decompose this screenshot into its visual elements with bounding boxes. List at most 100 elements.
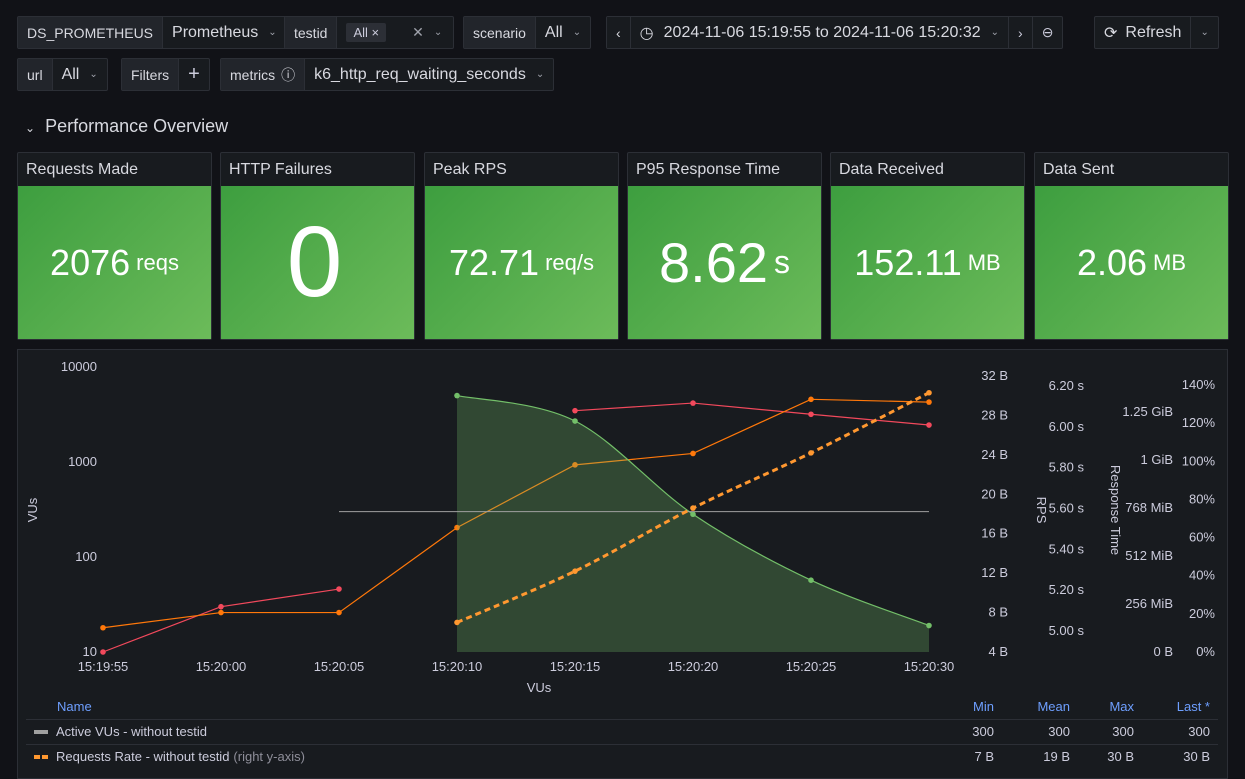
right-axis-tick: 4 B <box>988 644 1008 659</box>
chevron-down-icon: ⌄ <box>990 27 1000 38</box>
right-axis-label: RPS <box>1034 497 1049 524</box>
data-point[interactable] <box>454 392 460 399</box>
stat-unit: s <box>774 244 790 280</box>
right-axis-tick: 100% <box>1182 453 1216 468</box>
stat-title: Peak RPS <box>433 161 507 178</box>
legend-header-mean[interactable]: Mean <box>1010 699 1070 714</box>
series-area <box>457 395 929 652</box>
data-point[interactable] <box>454 619 460 626</box>
data-point[interactable] <box>690 511 696 518</box>
refresh-picker[interactable]: ⟳ Refresh ⌄ <box>1094 16 1219 49</box>
filters-variable[interactable]: Filters + <box>121 58 210 91</box>
right-axis-tick: 20 B <box>981 486 1008 501</box>
datasource-variable[interactable]: DS_PROMETHEUS Prometheus ⌄ <box>17 16 287 49</box>
chevron-down-icon: ⌄ <box>25 121 36 135</box>
info-icon[interactable]: ⓘ <box>281 65 295 85</box>
legend-header-last[interactable]: Last * <box>1150 699 1210 714</box>
stat-panel: Data Received 152.11 MB <box>830 152 1025 340</box>
legend-header-name[interactable]: Name <box>57 699 92 714</box>
data-point[interactable] <box>808 450 814 456</box>
legend-header-min[interactable]: Min <box>934 699 994 714</box>
legend-min: 300 <box>972 724 994 739</box>
data-point[interactable] <box>926 389 932 396</box>
add-filter-button[interactable]: + <box>179 59 209 90</box>
stat-body: 2.06 MB <box>1035 186 1228 339</box>
series-line[interactable] <box>102 588 340 653</box>
series-swatch-icon <box>34 754 48 759</box>
data-point[interactable] <box>926 622 932 629</box>
scenario-select[interactable]: All ⌄ <box>536 17 590 48</box>
data-point[interactable] <box>218 609 224 616</box>
y-tick-label: 10000 <box>61 359 97 374</box>
metrics-select[interactable]: k6_http_req_waiting_seconds ⌄ <box>305 59 553 90</box>
data-point[interactable] <box>690 450 696 457</box>
y-axis-label: VUs <box>25 497 40 522</box>
testid-chip[interactable]: All × <box>346 23 387 42</box>
time-picker[interactable]: ‹ ◷ 2024-11-06 15:19:55 to 2024-11-06 15:2… <box>606 16 1064 49</box>
refresh-interval-dropdown[interactable]: ⌄ <box>1190 17 1217 48</box>
right-axis-tick: 5.00 s <box>1049 623 1085 638</box>
time-back-button[interactable]: ‹ <box>607 17 631 48</box>
testid-label: testid <box>285 17 338 48</box>
right-axis-tick: 40% <box>1189 568 1215 583</box>
data-point[interactable] <box>100 624 106 631</box>
right-axis-tick: 256 MiB <box>1125 596 1173 611</box>
right-axis-tick: 1.25 GiB <box>1122 404 1173 419</box>
stat-panel: P95 Response Time 8.62 s <box>627 152 822 340</box>
refresh-label: Refresh <box>1125 23 1182 41</box>
legend-header: Name Min Mean Max Last * <box>26 694 1218 718</box>
time-range-button[interactable]: ◷ 2024-11-06 15:19:55 to 2024-11-06 15:20… <box>631 17 1008 48</box>
refresh-button[interactable]: ⟳ Refresh <box>1095 17 1190 48</box>
right-axis-tick: 0% <box>1196 644 1215 659</box>
data-point[interactable] <box>926 399 932 405</box>
data-point[interactable] <box>336 609 342 616</box>
right-axis-tick: 32 B <box>981 368 1008 383</box>
stat-unit: req/s <box>545 249 594 275</box>
right-axis-tick: 60% <box>1189 530 1215 545</box>
url-variable[interactable]: url All ⌄ <box>17 58 108 91</box>
data-point[interactable] <box>808 411 814 418</box>
zoom-out-icon[interactable]: ⊖ <box>1031 17 1063 48</box>
scenario-variable[interactable]: scenario All ⌄ <box>463 16 592 49</box>
metrics-label-text: metrics <box>230 66 276 83</box>
right-axis-tick: 1 GiB <box>1140 452 1173 467</box>
row-performance-overview[interactable]: ⌄ Performance Overview <box>25 116 228 137</box>
testid-select[interactable]: All × ✕ ⌄ <box>337 17 453 48</box>
data-point[interactable] <box>690 505 696 511</box>
time-forward-button[interactable]: › <box>1008 17 1032 48</box>
clear-icon[interactable]: ✕ <box>412 24 424 41</box>
time-range: 2024-11-06 15:19:55 to 2024-11-06 15:20:… <box>663 23 981 41</box>
data-point[interactable] <box>690 400 696 406</box>
data-point[interactable] <box>572 407 578 414</box>
stat-body: 152.11 MB <box>831 186 1024 339</box>
metrics-variable[interactable]: metrics ⓘ k6_http_req_waiting_seconds ⌄ <box>220 58 555 91</box>
data-point[interactable] <box>808 577 814 583</box>
ds-select[interactable]: Prometheus ⌄ <box>163 17 286 48</box>
testid-variable[interactable]: testid All × ✕ ⌄ <box>284 16 455 49</box>
right-axis-tick: 20% <box>1189 606 1215 621</box>
data-point[interactable] <box>100 649 106 655</box>
right-axis-tick: 5.60 s <box>1049 501 1085 516</box>
chevron-down-icon: ⌄ <box>1200 27 1209 38</box>
timeseries-chart[interactable]: 10 100 1000 10000 15:19:55 15:20:00 15:20:05 15… <box>18 350 1229 700</box>
data-point[interactable] <box>808 396 814 403</box>
data-point[interactable] <box>572 418 578 424</box>
url-select[interactable]: All ⌄ <box>53 59 107 90</box>
data-point[interactable] <box>336 586 342 592</box>
legend-mean: 19 B <box>1043 749 1070 764</box>
legend-row[interactable]: Active VUs - without testid 300 300 300 300 <box>26 719 1218 743</box>
legend-header-max[interactable]: Max <box>1074 699 1134 714</box>
data-point[interactable] <box>218 603 224 610</box>
legend-row[interactable]: Requests Rate - without testid (right y-a… <box>26 744 1218 768</box>
legend-mean: 300 <box>1048 724 1070 739</box>
x-tick-label: 15:20:05 <box>314 659 365 674</box>
stat-value: 152.11 <box>854 241 962 283</box>
scenario-value: All <box>544 23 563 41</box>
stat-value: 72.71 <box>448 241 540 283</box>
data-point[interactable] <box>926 422 932 428</box>
stat-title: Data Sent <box>1043 161 1115 178</box>
scenario-label: scenario <box>464 17 536 48</box>
legend-last: 300 <box>1188 724 1210 739</box>
data-point[interactable] <box>572 568 578 574</box>
right-axis-tick: 6.00 s <box>1049 419 1085 434</box>
